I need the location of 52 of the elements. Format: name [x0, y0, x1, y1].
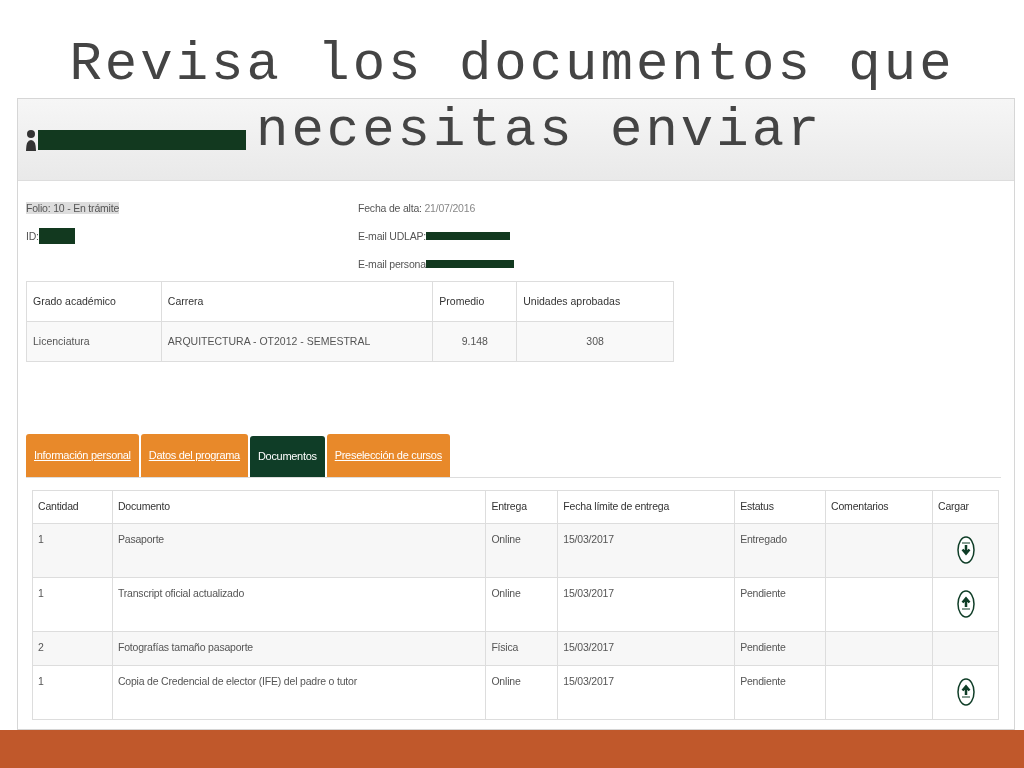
column-header: Unidades aprobadas: [516, 281, 674, 322]
table-cell: Pendiente: [734, 665, 826, 720]
table-cell: Pendiente: [734, 631, 826, 666]
column-header: Carrera: [161, 281, 433, 322]
table-cell: 308: [516, 321, 674, 362]
slide-title: Revisa los documentos que: [69, 33, 955, 97]
info-label: Fecha de alta:: [358, 202, 423, 214]
column-header: Cantidad: [32, 490, 113, 524]
column-header: Documento: [112, 490, 486, 524]
download-icon[interactable]: [955, 535, 976, 566]
table-cell: Física: [485, 631, 558, 666]
table-cell: ARQUITECTURA - OT2012 - SEMESTRAL: [161, 321, 433, 362]
table-cell: Copia de Credencial de elector (IFE) del padre o tutor: [112, 665, 486, 720]
info-label: Folio: 10 - En trámite: [26, 202, 120, 214]
table-cell: 15/03/2017: [557, 523, 735, 578]
person-icon: [26, 128, 36, 151]
tab[interactable]: Documentos: [249, 436, 325, 477]
table-cell: Entregado: [734, 523, 826, 578]
tab[interactable]: Información personal: [26, 434, 139, 477]
redaction-bar: [38, 227, 75, 244]
table-cell: 15/03/2017: [557, 577, 735, 632]
table-cell: Online: [485, 523, 558, 578]
table-cell: Online: [485, 665, 558, 720]
tab[interactable]: Datos del programa: [140, 434, 248, 477]
table-cell: 15/03/2017: [557, 665, 735, 720]
info-label: ID:: [26, 230, 39, 242]
info-label: E-mail UDLAP:: [358, 230, 426, 242]
upload-icon[interactable]: [955, 677, 976, 708]
table-cell: Transcript oficial actualizado: [112, 577, 486, 632]
upload-icon[interactable]: [955, 589, 976, 620]
table-cell: Pasaporte: [112, 523, 486, 578]
column-header: Comentarios: [825, 490, 933, 524]
column-header: Promedio: [432, 281, 517, 322]
table-cell: 9.148: [432, 321, 517, 362]
table-cell: Online: [485, 577, 558, 632]
table-cell: Pendiente: [734, 577, 826, 632]
column-header: Fecha límite de entrega: [557, 490, 735, 524]
table-cell: 15/03/2017: [557, 631, 735, 666]
table-cell: 1: [32, 665, 113, 720]
info-value: 21/07/2016: [424, 202, 476, 214]
table-cell: 2: [32, 631, 113, 666]
column-header: Entrega: [485, 490, 558, 524]
table-cell: Licenciatura: [26, 321, 162, 362]
column-header: Cargar: [932, 490, 999, 524]
info-label: E-mail persona: [358, 258, 426, 270]
table-cell: Fotografías tamaño pasaporte: [112, 631, 486, 666]
column-header: Estatus: [734, 490, 826, 524]
slide-title: necesitas enviar: [256, 99, 823, 163]
tab[interactable]: Preselección de cursos: [326, 434, 450, 477]
table-cell: 1: [32, 577, 113, 632]
column-header: Grado académico: [26, 281, 162, 322]
table-cell: 1: [32, 523, 113, 578]
